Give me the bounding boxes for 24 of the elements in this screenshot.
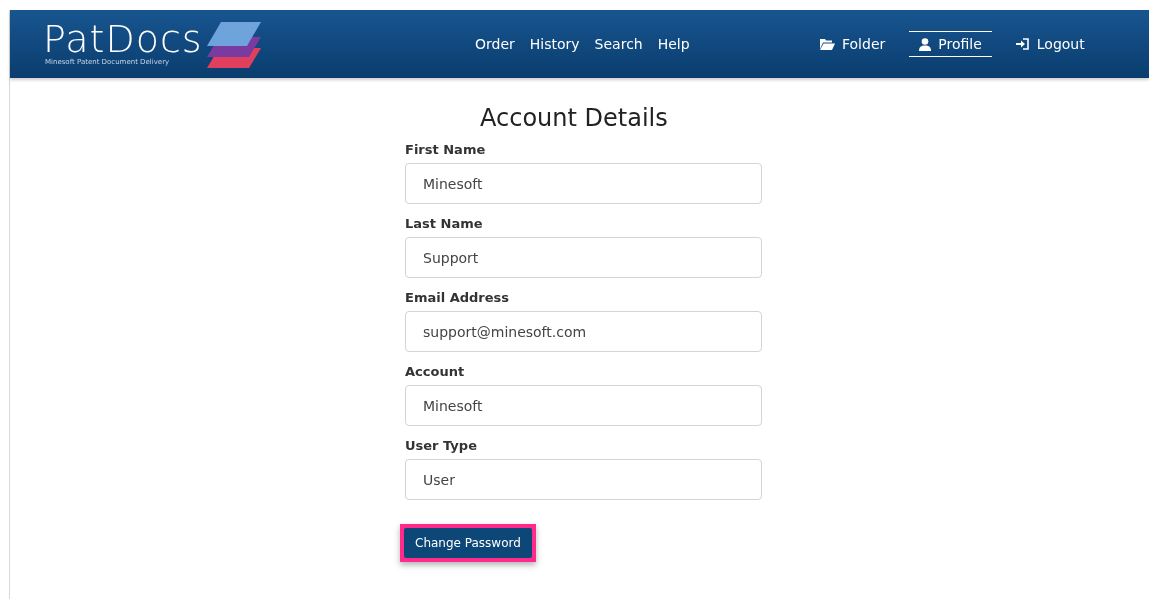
logout-link[interactable]: Logout — [1015, 31, 1085, 57]
nav-link[interactable]: History — [529, 31, 580, 57]
field-label: Account — [405, 364, 465, 379]
folder-link[interactable]: Folder — [820, 31, 886, 57]
page-title: Account Details — [480, 104, 668, 132]
field-label: User Type — [405, 438, 477, 453]
nav-link[interactable]: Order — [475, 31, 515, 57]
person-icon — [919, 37, 932, 51]
change-password-button[interactable]: Change Password — [404, 528, 532, 558]
text-field[interactable]: Minesoft — [405, 163, 762, 204]
nav-link[interactable]: Search — [594, 31, 643, 57]
field-label: First Name — [405, 142, 486, 157]
text-field[interactable]: support@minesoft.com — [405, 311, 762, 352]
field-label: Last Name — [405, 216, 483, 231]
text-field[interactable]: User — [405, 459, 762, 500]
profile-link[interactable]: Profile — [909, 31, 992, 57]
sign-in-icon — [1015, 38, 1030, 50]
logo-name: PatDocs — [43, 20, 203, 58]
text-field[interactable]: Support — [405, 237, 762, 278]
nav-link[interactable]: Help — [657, 31, 690, 57]
text-field[interactable]: Minesoft — [405, 385, 762, 426]
field-label: Email Address — [405, 290, 509, 305]
folder-icon — [820, 38, 835, 50]
stacked-layers-logo-icon — [204, 20, 261, 68]
